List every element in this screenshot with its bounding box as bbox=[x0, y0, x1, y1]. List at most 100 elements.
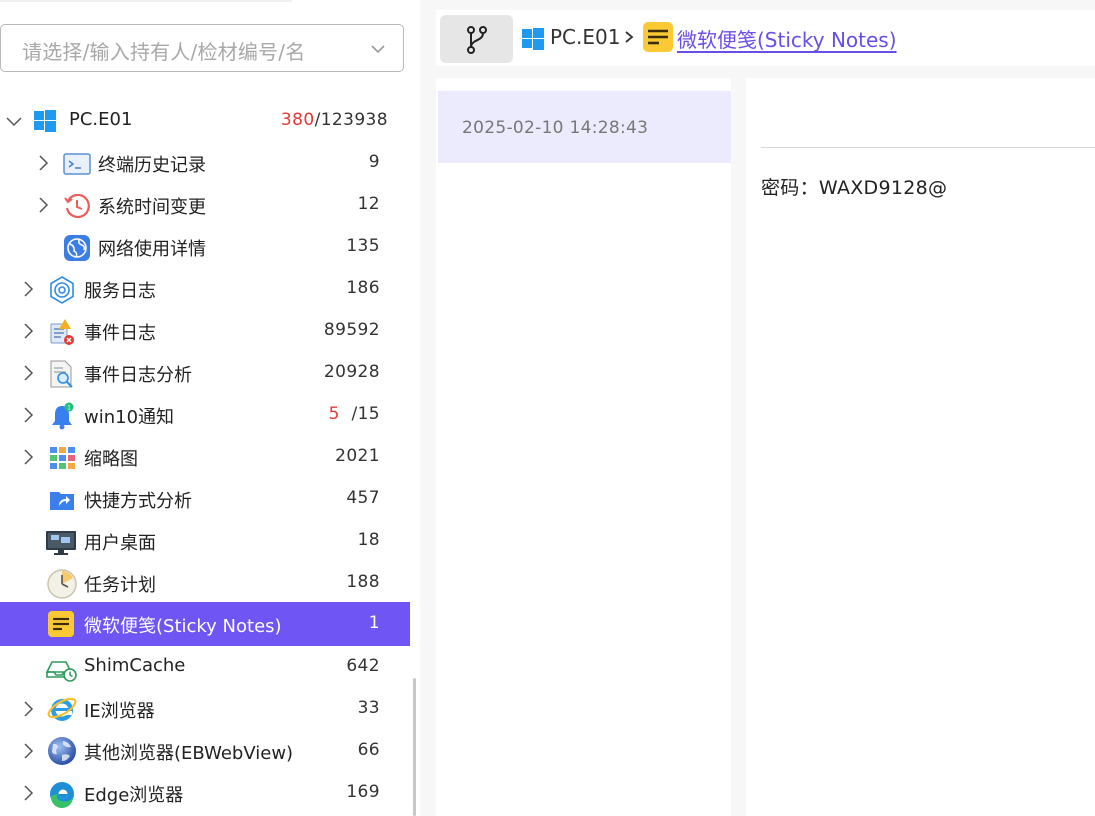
tree-node-label: PC.E01 bbox=[69, 109, 133, 130]
tree-item-label: 微软便笺(Sticky Notes) bbox=[84, 616, 282, 637]
content-area: PC.E01 微软便笺(Sticky Notes) 2025-02-10 14:… bbox=[420, 0, 1095, 816]
chevron-right-icon[interactable] bbox=[19, 700, 37, 718]
note-timestamp: 2025-02-10 14:28:43 bbox=[462, 118, 649, 138]
chevron-right-icon[interactable] bbox=[19, 406, 37, 424]
tree-scrollbar[interactable] bbox=[413, 678, 416, 816]
chevron-right-icon[interactable] bbox=[34, 154, 52, 172]
service-gear-icon bbox=[50, 276, 74, 304]
tree-item-service-log[interactable]: 服务日志 186 bbox=[0, 268, 410, 310]
detail-divider bbox=[761, 147, 1095, 148]
chevron-right-icon[interactable] bbox=[19, 280, 37, 298]
bell-icon: 1 bbox=[52, 402, 74, 430]
breadcrumb-current[interactable]: 微软便笺(Sticky Notes) bbox=[677, 24, 897, 53]
tree-item-count: 18 bbox=[357, 530, 380, 550]
tree-item-count: 169 bbox=[346, 782, 380, 802]
log-analysis-icon bbox=[50, 360, 73, 388]
tree-item-event-log-analysis[interactable]: 事件日志分析 20928 bbox=[0, 352, 410, 394]
tree-item-label: Edge浏览器 bbox=[84, 785, 184, 806]
tree-item-count: 89592 bbox=[323, 320, 380, 340]
tree-item-label: 网络使用详情 bbox=[98, 239, 206, 260]
tree-item-count: 9 bbox=[368, 152, 380, 172]
tree-item-system-time-change[interactable]: 系统时间变更 12 bbox=[0, 184, 410, 226]
note-list-pane: 2025-02-10 14:28:43 bbox=[436, 78, 731, 816]
branch-icon bbox=[467, 26, 487, 54]
tree-item-count: 33 bbox=[357, 698, 380, 718]
tree-item-count: 66 bbox=[357, 740, 380, 760]
tree-item-ie-browser[interactable]: IE浏览器 33 bbox=[0, 688, 410, 730]
tree-item-shortcut-analysis[interactable]: 快捷方式分析 457 bbox=[0, 478, 410, 520]
tree-node-pc-e01[interactable]: PC.E01 380/123938 bbox=[0, 100, 410, 142]
shimcache-icon bbox=[45, 661, 77, 682]
tree-item-event-log[interactable]: 事件日志 89592 bbox=[0, 310, 410, 352]
globe-browser-icon bbox=[48, 737, 76, 765]
tree-item-label: 缩略图 bbox=[84, 449, 138, 470]
chevron-right-icon[interactable] bbox=[19, 322, 37, 340]
event-log-icon bbox=[50, 319, 74, 345]
tree-item-label: 用户桌面 bbox=[84, 533, 156, 554]
tree-item-sticky-notes[interactable]: 微软便笺(Sticky Notes) 1 bbox=[0, 602, 410, 646]
chevron-right-icon bbox=[625, 31, 634, 43]
chevron-down-icon[interactable] bbox=[369, 40, 387, 58]
tree-item-label: win10通知 bbox=[84, 407, 175, 428]
chevron-right-icon[interactable] bbox=[19, 448, 37, 466]
tree-item-user-desktop[interactable]: 用户桌面 18 bbox=[0, 520, 410, 562]
tree-item-count: 135 bbox=[346, 236, 380, 256]
tree-item-label: 其他浏览器(EBWebView) bbox=[84, 743, 294, 764]
terminal-icon bbox=[63, 153, 91, 175]
tree-item-count: 2021 bbox=[335, 446, 380, 466]
chevron-down-icon[interactable] bbox=[5, 112, 23, 130]
ie-browser-icon bbox=[47, 697, 77, 721]
list-item[interactable]: 2025-02-10 14:28:43 bbox=[438, 91, 731, 163]
note-content: 密码：WAXD9128@ bbox=[761, 177, 948, 199]
tree-item-label: 事件日志 bbox=[84, 323, 156, 344]
tree-item-count: 12 bbox=[357, 194, 380, 214]
globe-icon bbox=[64, 235, 90, 261]
windows-logo-icon bbox=[34, 110, 56, 132]
tree-item-network-usage[interactable]: 网络使用详情 135 bbox=[0, 226, 410, 268]
note-detail-pane: 密码：WAXD9128@ bbox=[746, 78, 1095, 816]
chevron-right-icon[interactable] bbox=[19, 364, 37, 382]
breadcrumb-root[interactable]: PC.E01 bbox=[550, 25, 620, 49]
tree-item-count: 1 bbox=[368, 613, 380, 633]
branch-toggle-button[interactable] bbox=[440, 15, 513, 63]
tree-item-count: 457 bbox=[346, 488, 380, 508]
tree-item-label: 服务日志 bbox=[84, 281, 156, 302]
tree-item-label: ShimCache bbox=[84, 655, 186, 676]
tree-item-shimcache[interactable]: ShimCache 642 bbox=[0, 646, 410, 688]
tree-item-thumbnails[interactable]: 缩略图 2021 bbox=[0, 436, 410, 478]
tree-item-other-browser[interactable]: 其他浏览器(EBWebView) 66 bbox=[0, 730, 410, 772]
tree-item-edge-browser[interactable]: Edge浏览器 169 bbox=[0, 772, 410, 814]
chevron-right-icon[interactable] bbox=[34, 196, 52, 214]
sticky-note-icon bbox=[643, 22, 673, 52]
tree-item-count: 642 bbox=[346, 656, 380, 676]
tree-item-win10-notifications[interactable]: 1 win10通知 5 /15 bbox=[0, 394, 410, 436]
sticky-note-icon bbox=[48, 611, 74, 637]
tree-item-count: 20928 bbox=[323, 362, 380, 382]
edge-browser-icon bbox=[50, 782, 74, 808]
monitor-icon bbox=[46, 531, 76, 555]
tree-item-terminal-history[interactable]: 终端历史记录 9 bbox=[0, 142, 410, 184]
tree-item-scheduled-tasks[interactable]: 任务计划 188 bbox=[0, 562, 410, 604]
task-clock-icon bbox=[47, 569, 77, 599]
clock-history-icon bbox=[64, 193, 90, 219]
evidence-select-placeholder: 请选择/输入持有人/检材编号/名 bbox=[22, 40, 306, 64]
top-band bbox=[420, 0, 1095, 10]
evidence-select-input[interactable]: 请选择/输入持有人/检材编号/名 bbox=[0, 24, 404, 72]
tree-item-label: IE浏览器 bbox=[84, 701, 155, 722]
chevron-right-icon[interactable] bbox=[19, 784, 37, 802]
tree-node-count: 380/123938 bbox=[280, 110, 388, 130]
windows-logo-icon bbox=[522, 28, 544, 50]
tree-item-label: 任务计划 bbox=[84, 575, 156, 596]
tree-item-count: 5 /15 bbox=[328, 404, 380, 424]
tree-item-label: 事件日志分析 bbox=[84, 365, 192, 386]
tree-item-count: 188 bbox=[346, 572, 380, 592]
tree-item-label: 终端历史记录 bbox=[98, 155, 206, 176]
chevron-right-icon[interactable] bbox=[19, 742, 37, 760]
tree-item-label: 快捷方式分析 bbox=[84, 491, 192, 512]
tree-item-label: 系统时间变更 bbox=[98, 197, 206, 218]
shortcut-folder-icon bbox=[50, 492, 74, 510]
left-panel: 请选择/输入持有人/检材编号/名 PC.E01 380/123938 终端历史记… bbox=[0, 0, 420, 816]
top-divider bbox=[0, 0, 292, 2]
tree-item-count: 186 bbox=[346, 278, 380, 298]
thumbnail-grid-icon bbox=[50, 447, 75, 469]
